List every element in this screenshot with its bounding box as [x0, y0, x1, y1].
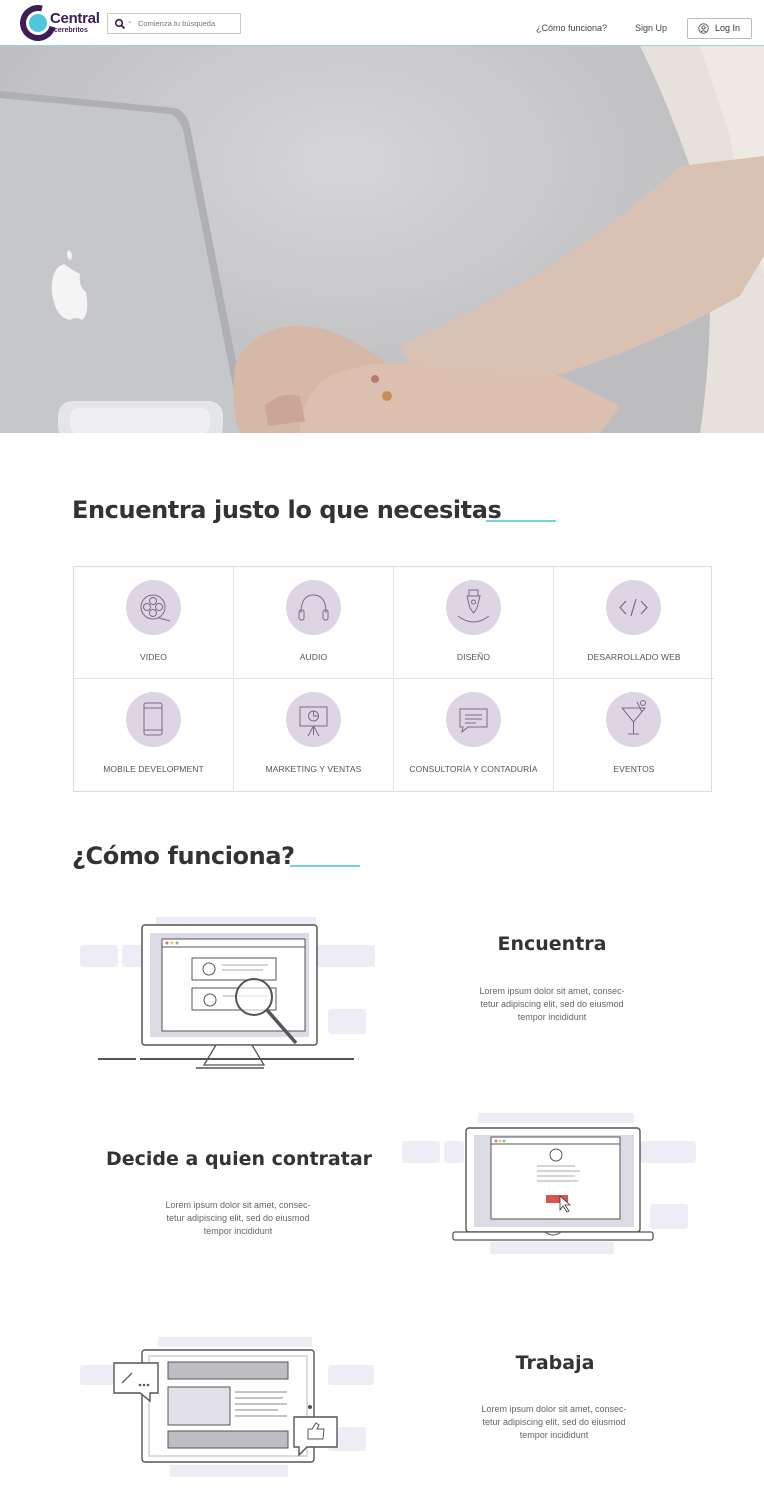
category-icon-circle: [125, 580, 181, 635]
categories-title: Encuentra justo lo que necesitas: [72, 496, 502, 524]
pen-nib-icon: [457, 589, 489, 623]
cocktail-glass-icon: [620, 700, 647, 735]
search-icon[interactable]: [114, 18, 126, 30]
category-label: CONSULTORÍA Y CONTADURÍA: [409, 764, 538, 774]
step-title-trabaja: Trabaja: [515, 1352, 595, 1374]
how-title: ¿Cómo funciona?: [72, 842, 295, 870]
category-icon-circle: [285, 580, 341, 635]
category-label: EVENTOS: [613, 764, 655, 774]
category-label: VIDEO: [140, 652, 167, 662]
category-marketing[interactable]: MARKETING Y VENTAS: [234, 679, 394, 791]
laptop-hire-illustration: [402, 1113, 696, 1254]
presentation-board-icon: [299, 706, 327, 737]
smartphone-icon: [143, 702, 162, 736]
headphones-icon: [298, 594, 328, 621]
category-label: DESARROLLADO WEB: [587, 652, 681, 662]
step-text-line: tetur adipiscing elit, sed do eiusmod: [482, 1417, 626, 1427]
step-text-line: tempor incididunt: [203, 1226, 273, 1236]
category-label: DISEÑO: [456, 652, 491, 662]
category-video[interactable]: VIDEO: [74, 567, 234, 679]
category-label: AUDIO: [299, 652, 328, 662]
search-box[interactable]: ⌄: [107, 13, 241, 34]
hero-image: [0, 46, 764, 433]
category-icon-circle: [445, 692, 501, 747]
category-grid: VIDEO AUDIO DISEÑO DESARROLLADO WEB MOBI…: [73, 566, 714, 792]
user-icon: [698, 23, 709, 34]
logo-dot: [29, 14, 47, 32]
step-text-line: tempor incididunt: [519, 1430, 589, 1440]
category-label: MARKETING Y VENTAS: [265, 764, 362, 774]
step-title-decide: Decide a quien contratar: [105, 1148, 373, 1170]
monitor-search-illustration: [80, 917, 375, 1069]
nav-how-it-works[interactable]: ¿Cómo funciona?: [536, 23, 607, 33]
category-mobile[interactable]: MOBILE DEVELOPMENT: [74, 679, 234, 791]
category-diseno[interactable]: DISEÑO: [394, 567, 554, 679]
brand-logo[interactable]: Central cerebritos: [13, 0, 100, 48]
category-icon-circle: [125, 692, 181, 747]
category-label: MOBILE DEVELOPMENT: [103, 764, 204, 774]
chevron-down-icon[interactable]: ⌄: [127, 17, 133, 25]
step-text-line: Lorem ipsum dolor sit amet, consec-: [165, 1200, 311, 1210]
login-label: Log In: [715, 23, 741, 33]
code-icon: [619, 598, 648, 617]
category-web[interactable]: DESARROLLADO WEB: [554, 567, 714, 679]
category-icon-circle: [285, 692, 341, 747]
hero-laptop-photo: [0, 46, 764, 433]
category-icon-circle: [606, 580, 661, 635]
film-reel-icon: [140, 594, 170, 622]
category-consultoria[interactable]: CONSULTORÍA Y CONTADURÍA: [394, 679, 554, 791]
category-eventos[interactable]: EVENTOS: [554, 679, 714, 791]
chat-document-icon: [459, 708, 487, 734]
search-input[interactable]: [138, 16, 238, 31]
category-icon-circle: [606, 692, 661, 747]
step-text-line: Lorem ipsum dolor sit amet, consec-: [479, 986, 625, 996]
step-title-encuentra: Encuentra: [497, 933, 607, 955]
step-text-line: tempor incididunt: [517, 1012, 587, 1022]
site-header: Central cerebritos ⌄ ¿Cómo funciona? Sig…: [0, 0, 764, 48]
step-text-line: Lorem ipsum dolor sit amet, consec-: [481, 1404, 627, 1414]
category-audio[interactable]: AUDIO: [234, 567, 394, 679]
category-icon-circle: [445, 580, 501, 635]
logo-main-text: Central: [50, 10, 100, 27]
title-underline: [290, 865, 360, 867]
title-underline: [486, 520, 556, 522]
login-button[interactable]: Log In: [687, 18, 752, 39]
tablet-work-illustration: [80, 1337, 374, 1477]
step-text-line: tetur adipiscing elit, sed do eiusmod: [480, 999, 624, 1009]
nav-sign-up[interactable]: Sign Up: [635, 23, 667, 33]
logo-sub-text: cerebritos: [54, 27, 88, 34]
step-text-line: tetur adipiscing elit, sed do eiusmod: [166, 1213, 310, 1223]
